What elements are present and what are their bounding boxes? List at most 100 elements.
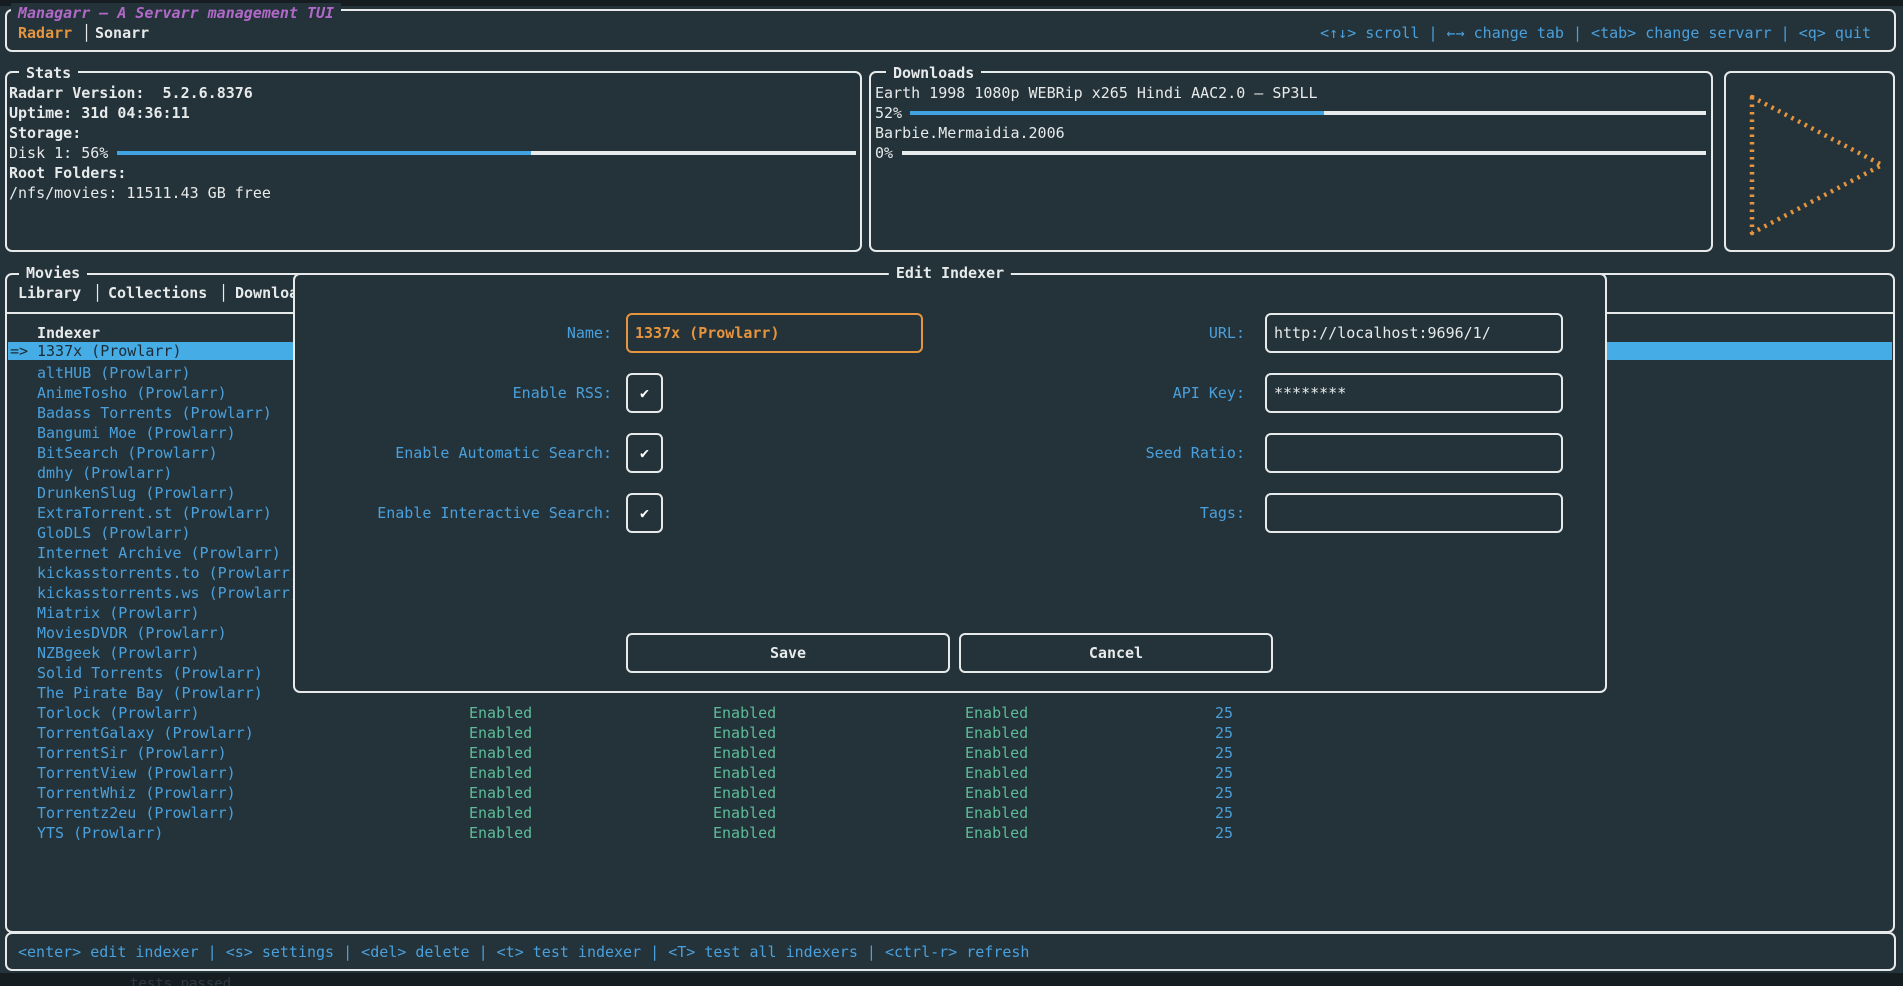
indexer-row[interactable]: YTS (Prowlarr) [37,823,163,843]
indexer-row[interactable]: AnimeTosho (Prowlarr) [37,383,227,403]
enable-automatic-search-label: Enable Automatic Search: [395,443,612,463]
download-progress-bar [910,111,1706,115]
indexer-row[interactable]: Solid Torrents (Prowlarr) [37,663,263,683]
stats-title: Stats [19,63,78,83]
indexer-row[interactable]: Badass Torrents (Prowlarr) [37,403,272,423]
indexer-column-header: Indexer [37,323,100,343]
indexer-row[interactable]: DrunkenSlug (Prowlarr) [37,483,236,503]
tab-collections[interactable]: Collections [108,283,207,303]
modal-title: Edit Indexer [889,263,1011,283]
indexer-priority-cell: 25 [1215,823,1233,843]
indexer-row[interactable]: MoviesDVDR (Prowlarr) [37,623,227,643]
tags-label: Tags: [1200,503,1245,523]
download-item-percent: 0% [875,143,893,163]
save-button[interactable]: Save [626,633,950,673]
indexer-enabled-cell: Enabled [713,743,776,763]
api-key-input[interactable]: ******** [1265,373,1563,413]
indexer-row[interactable]: altHUB (Prowlarr) [37,363,191,383]
indexer-row[interactable]: Bangumi Moe (Prowlarr) [37,423,236,443]
tab-library[interactable]: Library [18,283,81,303]
indexer-enabled-cell: Enabled [713,723,776,743]
indexer-row[interactable]: NZBgeek (Prowlarr) [37,643,200,663]
indexer-row[interactable]: GloDLS (Prowlarr) [37,523,191,543]
enable-rss-checkbox[interactable]: ✔ [626,373,663,413]
movies-title: Movies [19,263,87,283]
indexer-priority-cell: 25 [1215,743,1233,763]
indexer-row[interactable]: Internet Archive (Prowlarr) [37,543,281,563]
disk-usage-label: Disk 1: 56% [9,143,108,163]
indexer-enabled-cell: Enabled [713,823,776,843]
indexer-priority-cell: 25 [1215,783,1233,803]
tab-sonarr[interactable]: Sonarr [95,23,149,43]
indexer-enabled-cell: Enabled [469,743,532,763]
indexer-enabled-cell: Enabled [965,723,1028,743]
indexer-name: 1337x (Prowlarr) [37,342,182,360]
indexer-enabled-cell: Enabled [713,783,776,803]
cancel-button[interactable]: Cancel [959,633,1273,673]
indexer-enabled-cell: Enabled [469,803,532,823]
enable-rss-label: Enable RSS: [513,383,612,403]
indexer-priority-cell: 25 [1215,763,1233,783]
uptime: Uptime: 31d 04:36:11 [9,103,190,123]
indexer-enabled-cell: Enabled [713,803,776,823]
tab-separator: │ [82,23,91,43]
download-item-name: Earth 1998 1080p WEBRip x265 Hindi AAC2.… [875,83,1318,103]
indexer-row[interactable]: TorrentSir (Prowlarr) [37,743,227,763]
download-item-name: Barbie.Mermaidia.2006 [875,123,1065,143]
indexer-enabled-cell: Enabled [965,703,1028,723]
enable-interactive-search-label: Enable Interactive Search: [377,503,612,523]
name-label: Name: [567,323,612,343]
background-text: tests passed [130,977,231,986]
help-shortcuts: <enter> edit indexer | <s> settings | <d… [18,942,1029,962]
indexer-row[interactable]: kickasstorrents.to (Prowlarr) [37,563,299,583]
app-title: Managarr — A Servarr management TUI [11,3,341,23]
indexer-enabled-cell: Enabled [965,743,1028,763]
background-window-bottom: tests passed [0,973,1903,986]
indexer-enabled-cell: Enabled [469,823,532,843]
indexer-row[interactable]: Torrentz2eu (Prowlarr) [37,803,236,823]
indexer-enabled-cell: Enabled [469,723,532,743]
download-item-percent: 52% [875,103,902,123]
indexer-enabled-cell: Enabled [965,763,1028,783]
indexer-row[interactable]: The Pirate Bay (Prowlarr) [37,683,263,703]
root-folder-info: /nfs/movies: 11511.43 GB free [9,183,271,203]
name-input[interactable]: 1337x (Prowlarr) [626,313,923,353]
tags-input[interactable] [1265,493,1563,533]
indexer-priority-cell: 25 [1215,703,1233,723]
enable-automatic-search-checkbox[interactable]: ✔ [626,433,663,473]
tab-separator: │ [93,283,102,303]
indexer-enabled-cell: Enabled [965,783,1028,803]
indexer-row[interactable]: dmhy (Prowlarr) [37,463,172,483]
radarr-version: Radarr Version: 5.2.6.8376 [9,83,253,103]
indexer-row[interactable]: Miatrix (Prowlarr) [37,603,200,623]
indexer-row[interactable]: TorrentGalaxy (Prowlarr) [37,723,254,743]
indexer-row[interactable]: ExtraTorrent.st (Prowlarr) [37,503,272,523]
url-input[interactable]: http://localhost:9696/1/ [1265,313,1563,353]
storage-label: Storage: [9,123,81,143]
indexer-row[interactable]: BitSearch (Prowlarr) [37,443,218,463]
managarr-play-logo-icon [1734,81,1884,241]
seed-ratio-label: Seed Ratio: [1146,443,1245,463]
indexer-enabled-cell: Enabled [469,703,532,723]
tab-radarr[interactable]: Radarr [18,23,72,43]
indexer-row[interactable]: TorrentView (Prowlarr) [37,763,236,783]
indexer-row[interactable]: Torlock (Prowlarr) [37,703,200,723]
api-key-label: API Key: [1173,383,1245,403]
indexer-row[interactable]: kickasstorrents.ws (Prowlarr) [37,583,299,603]
indexer-priority-cell: 25 [1215,803,1233,823]
indexer-enabled-cell: Enabled [469,783,532,803]
url-label: URL: [1209,323,1245,343]
root-folders-label: Root Folders: [9,163,126,183]
disk-usage-bar [117,151,856,155]
top-shortcuts: <↑↓> scroll | ←→ change tab | <tab> chan… [1320,23,1871,43]
selection-arrow: => [10,342,28,360]
indexer-enabled-cell: Enabled [713,703,776,723]
seed-ratio-input[interactable] [1265,433,1563,473]
indexer-row[interactable]: TorrentWhiz (Prowlarr) [37,783,236,803]
downloads-title: Downloads [886,63,981,83]
tab-separator: │ [219,283,228,303]
indexer-enabled-cell: Enabled [713,763,776,783]
enable-interactive-search-checkbox[interactable]: ✔ [626,493,663,533]
download-progress-bar [902,151,1706,155]
indexer-enabled-cell: Enabled [469,763,532,783]
